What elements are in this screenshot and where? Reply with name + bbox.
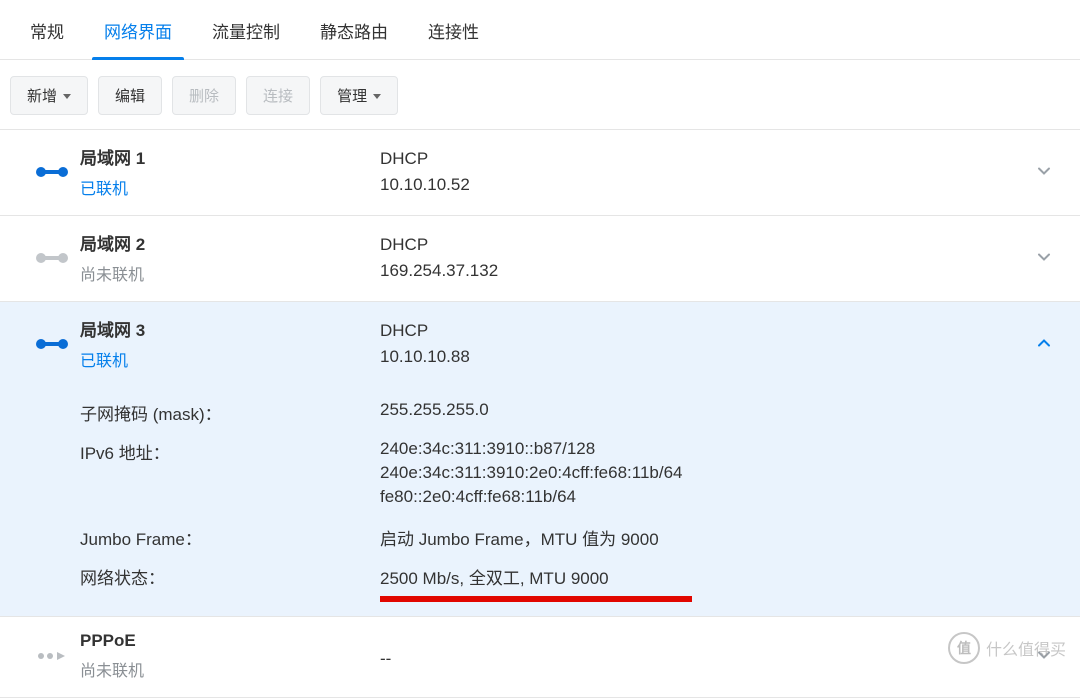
- watermark-text: 什么值得买: [986, 636, 1066, 660]
- add-button[interactable]: 新增: [10, 76, 88, 115]
- tab-static-routes[interactable]: 静态路由: [300, 0, 408, 59]
- chevron-up-icon[interactable]: [1036, 334, 1052, 355]
- delete-button-label: 删除: [189, 85, 219, 106]
- highlight-annotation: [380, 596, 692, 602]
- connect-button-label: 连接: [263, 85, 293, 106]
- interface-row-lan1[interactable]: 局域网 1 已联机 DHCP 10.10.10.52: [0, 130, 1080, 216]
- interface-row-lan2[interactable]: 局域网 2 尚未联机 DHCP 169.254.37.132: [0, 216, 1080, 302]
- wired-connected-icon: [24, 164, 80, 180]
- interface-name: 局域网 3: [80, 316, 380, 341]
- edit-button-label: 编辑: [115, 85, 145, 106]
- interface-row-lan3[interactable]: 局域网 3 已联机 DHCP 10.10.10.88: [0, 302, 1080, 387]
- tab-general[interactable]: 常规: [10, 0, 84, 59]
- network-status-label: 网络状态：: [80, 564, 380, 589]
- tab-traffic-control[interactable]: 流量控制: [192, 0, 300, 59]
- ipv6-address: 240e:34c:311:3910:2e0:4cff:fe68:11b/64: [380, 463, 1056, 483]
- subnet-mask-label: 子网掩码 (mask)：: [80, 400, 380, 425]
- interface-type: DHCP: [380, 321, 1056, 341]
- ipv6-label: IPv6 地址：: [80, 439, 380, 511]
- ipv6-address: fe80::2e0:4cff:fe68:11b/64: [380, 487, 1056, 507]
- interface-name: 局域网 2: [80, 230, 380, 255]
- interface-name: 局域网 1: [80, 144, 380, 169]
- interface-ip: 169.254.37.132: [380, 261, 1056, 281]
- caret-down-icon: [373, 94, 381, 99]
- jumbo-frame-value: 启动 Jumbo Frame，MTU 值为 9000: [380, 525, 1056, 550]
- pppoe-icon: [24, 648, 80, 664]
- interface-type: DHCP: [380, 149, 1056, 169]
- wired-disconnected-icon: [24, 250, 80, 266]
- toolbar: 新增 编辑 删除 连接 管理: [0, 60, 1080, 130]
- interface-status: 已联机: [80, 347, 380, 371]
- ipv6-values: 240e:34c:311:3910::b87/128 240e:34c:311:…: [380, 439, 1056, 511]
- interface-status: 已联机: [80, 175, 380, 199]
- interface-ip: 10.10.10.52: [380, 175, 1056, 195]
- network-status-value: 2500 Mb/s, 全双工, MTU 9000: [380, 564, 1056, 589]
- interface-details: 子网掩码 (mask)： 255.255.255.0 IPv6 地址： 240e…: [0, 387, 1080, 617]
- manage-button-label: 管理: [337, 85, 367, 106]
- interface-ip: 10.10.10.88: [380, 347, 1056, 367]
- chevron-down-icon[interactable]: [1036, 162, 1052, 183]
- chevron-down-icon[interactable]: [1036, 248, 1052, 269]
- connect-button: 连接: [246, 76, 310, 115]
- wired-connected-icon: [24, 336, 80, 352]
- tab-connectivity[interactable]: 连接性: [408, 0, 499, 59]
- edit-button[interactable]: 编辑: [98, 76, 162, 115]
- ipv6-address: 240e:34c:311:3910::b87/128: [380, 439, 1056, 459]
- caret-down-icon: [63, 94, 71, 99]
- manage-button[interactable]: 管理: [320, 76, 398, 115]
- interface-type: DHCP: [380, 235, 1056, 255]
- add-button-label: 新增: [27, 85, 57, 106]
- subnet-mask-value: 255.255.255.0: [380, 400, 1056, 425]
- interface-status: 尚未联机: [80, 261, 380, 285]
- watermark: 值 什么值得买: [948, 632, 1066, 664]
- interface-status: 尚未联机: [80, 657, 380, 681]
- watermark-badge: 值: [948, 632, 980, 664]
- interface-name: PPPoE: [80, 631, 380, 651]
- tab-network-interfaces[interactable]: 网络界面: [84, 0, 192, 59]
- tabs-bar: 常规 网络界面 流量控制 静态路由 连接性: [0, 0, 1080, 60]
- jumbo-frame-label: Jumbo Frame：: [80, 525, 380, 550]
- delete-button: 删除: [172, 76, 236, 115]
- interface-row-pppoe[interactable]: PPPoE 尚未联机 --: [0, 617, 1080, 698]
